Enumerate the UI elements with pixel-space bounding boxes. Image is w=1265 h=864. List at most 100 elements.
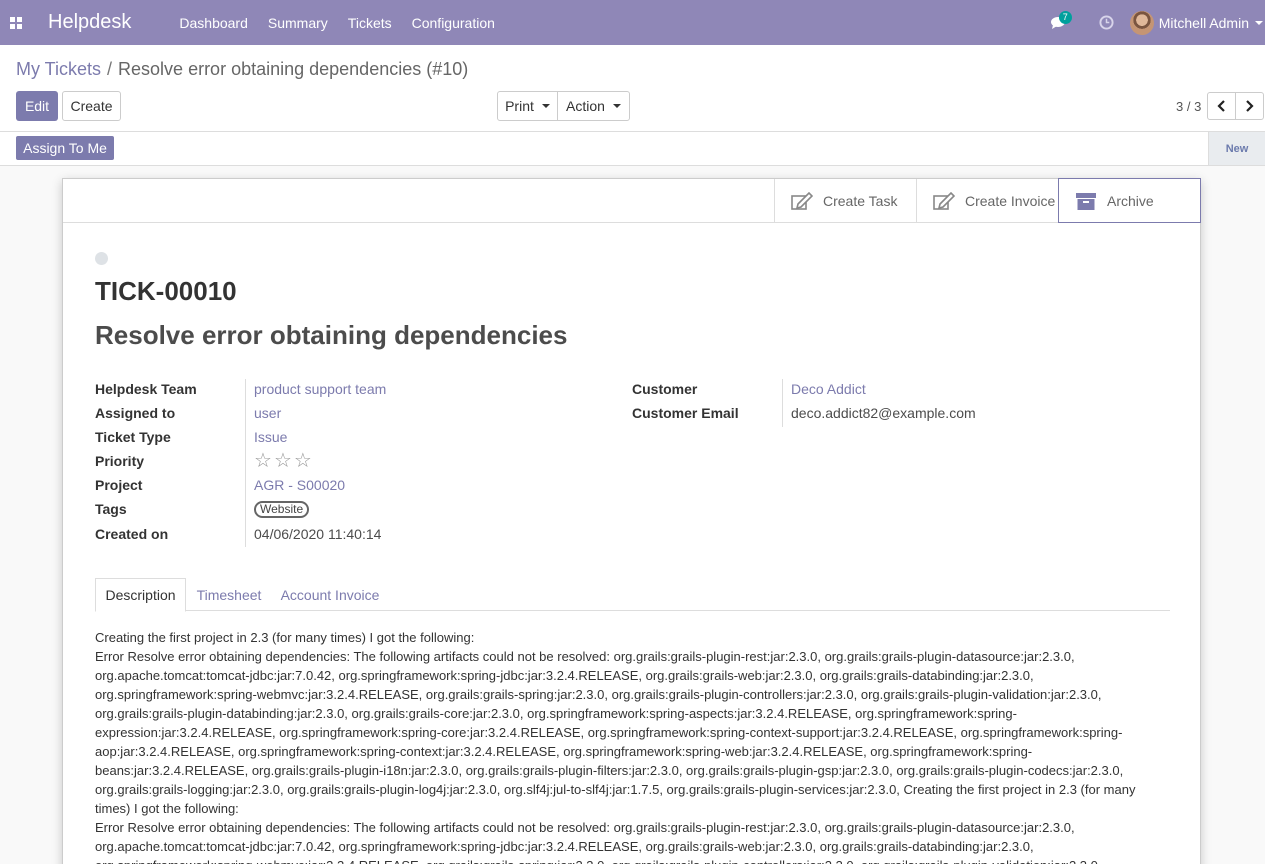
create-button-label: Create [70, 98, 113, 114]
assigned-to-label: Assigned to [95, 405, 176, 421]
tab-description[interactable]: Description [95, 578, 186, 612]
edit-button-label: Edit [24, 98, 50, 114]
ticket-reference: TICK-00010 [95, 276, 237, 306]
description-line: Creating the first project in 2.3 (for m… [95, 630, 475, 645]
chevron-left-icon [1217, 100, 1225, 112]
description-line: org.springframework:spring-webmvc:jar:3.… [95, 856, 1145, 864]
field-divider [245, 379, 246, 547]
tab-account-invoice[interactable]: Account Invoice [272, 578, 388, 611]
created-on-value: 04/06/2020 11:40:14 [254, 526, 382, 542]
ticket-type-value[interactable]: Issue [254, 429, 287, 445]
action-dropdown[interactable]: Action [557, 91, 630, 121]
helpdesk-team-value[interactable]: product support team [254, 381, 386, 397]
description-line: org.grails:grails-plugin-databinding:jar… [95, 706, 1017, 721]
description-line: org.apache.tomcat:tomcat-jdbc:jar:7.0.42… [95, 839, 1034, 854]
archive-icon [1076, 192, 1096, 210]
menu-dashboard[interactable]: Dashboard [179, 15, 248, 31]
app-name[interactable]: Helpdesk [48, 11, 131, 34]
ticket-type-label: Ticket Type [95, 429, 171, 445]
chevron-right-icon [1246, 100, 1254, 112]
breadcrumb: My Tickets / Resolve error obtaining depen… [16, 59, 468, 80]
customer-email-value[interactable]: deco.addict82@example.com [791, 405, 976, 421]
description-line: times) I got the following: [95, 801, 239, 816]
description-line: beans:jar:3.2.4.RELEASE, org.grails:grai… [95, 763, 1124, 778]
assign-to-me-label: Assign To Me [23, 140, 107, 156]
description-line: expression:jar:3.2.4.RELEASE, org.spring… [95, 725, 1123, 740]
chevron-down-icon [541, 104, 550, 108]
breadcrumb-parent[interactable]: My Tickets [16, 59, 101, 79]
created-on-label: Created on [95, 526, 169, 542]
pager-value[interactable]: 3 / 3 [1176, 99, 1201, 114]
field-divider [782, 379, 783, 427]
create-invoice-button[interactable]: Create Invoice [916, 179, 1059, 223]
assign-to-me-button[interactable]: Assign To Me [16, 136, 114, 160]
top-navbar: Helpdesk Dashboard Summary Tickets Confi… [0, 0, 1265, 45]
customer-email-label: Customer Email [632, 405, 739, 421]
right-field-labels: Customer Customer Email [632, 377, 782, 425]
breadcrumb-current: Resolve error obtaining dependencies (#1… [118, 59, 469, 79]
form-sheet: Create Task Create Invoice Archive TICK-… [62, 178, 1201, 864]
right-field-values: Deco Addict deco.addict82@example.com [791, 377, 1091, 425]
create-button[interactable]: Create [62, 91, 121, 121]
notebook-tabs: Description Timesheet Account Invoice [95, 578, 1170, 612]
archive-label: Archive [1107, 192, 1154, 209]
pager-next-button[interactable] [1235, 92, 1264, 120]
chat-count-badge: 7 [1058, 11, 1072, 24]
tab-account-invoice-label: Account Invoice [280, 586, 380, 603]
tag-badge[interactable]: Website [254, 500, 310, 518]
stage-new-label: New [1225, 142, 1249, 155]
helpdesk-team-label: Helpdesk Team [95, 381, 197, 397]
star-icon[interactable]: ☆ [274, 451, 292, 471]
breadcrumb-separator: / [107, 59, 113, 79]
project-value[interactable]: AGR - S00020 [254, 477, 345, 493]
create-task-label: Create Task [823, 193, 898, 209]
description-line: aop:jar:3.2.4.RELEASE, org.springframewo… [95, 744, 1033, 759]
tab-description-label: Description [105, 587, 176, 603]
smart-button-box: Create Task Create Invoice Archive [63, 178, 1201, 223]
star-icon[interactable]: ☆ [254, 451, 272, 471]
tags-label: Tags [95, 501, 127, 517]
create-task-button[interactable]: Create Task [774, 179, 917, 223]
messaging-menu[interactable]: 7 [1044, 0, 1074, 45]
menu-configuration[interactable]: Configuration [412, 15, 495, 31]
avatar[interactable] [1129, 10, 1154, 35]
star-icon[interactable]: ☆ [294, 451, 312, 471]
customer-value[interactable]: Deco Addict [791, 381, 866, 397]
activity-menu[interactable] [1092, 15, 1122, 30]
chevron-down-icon [612, 104, 621, 108]
kanban-state-indicator[interactable] [95, 252, 108, 265]
description-text[interactable]: Creating the first project in 2.3 (for m… [95, 628, 1145, 864]
priority-label: Priority [95, 453, 145, 469]
description-line: org.springframework:spring-webmvc:jar:3.… [95, 687, 1102, 702]
assigned-to-value[interactable]: user [254, 405, 281, 421]
edit-button[interactable]: Edit [16, 91, 58, 121]
left-field-values: product support team user Issue ☆ ☆ ☆ AGR … [254, 377, 554, 547]
description-line: org.apache.tomcat:tomcat-jdbc:jar:7.0.42… [95, 668, 1034, 683]
ticket-title: Resolve error obtaining dependencies [95, 320, 568, 350]
stage-new[interactable]: New [1208, 132, 1265, 165]
user-name[interactable]: Mitchell Admin [1159, 15, 1249, 31]
form-statusbar: Assign To Me New [0, 132, 1265, 166]
chevron-down-icon[interactable] [1255, 20, 1263, 25]
print-label: Print [505, 98, 534, 114]
archive-button[interactable]: Archive [1058, 178, 1201, 223]
apps-menu-icon[interactable] [0, 0, 32, 45]
control-panel: My Tickets / Resolve error obtaining depen… [0, 45, 1265, 132]
edit-icon [791, 192, 813, 210]
description-line: Error Resolve error obtaining dependenci… [95, 820, 1075, 835]
description-line: Error Resolve error obtaining dependenci… [95, 649, 1075, 664]
clock-icon [1099, 15, 1114, 30]
priority-stars: ☆ ☆ ☆ [254, 449, 554, 473]
tab-timesheet-label: Timesheet [196, 586, 262, 603]
description-line: org.grails:grails-logging:jar:2.3.0, org… [95, 782, 1136, 797]
print-dropdown[interactable]: Print [497, 91, 558, 121]
project-label: Project [95, 477, 143, 493]
edit-icon [933, 192, 955, 210]
left-field-labels: Helpdesk Team Assigned to Ticket Type Pr… [95, 377, 245, 547]
menu-tickets[interactable]: Tickets [348, 15, 392, 31]
pager-previous-button[interactable] [1207, 92, 1236, 120]
tab-timesheet[interactable]: Timesheet [186, 578, 272, 611]
customer-label: Customer [632, 381, 698, 397]
menu-summary[interactable]: Summary [268, 15, 328, 31]
action-label: Action [566, 98, 605, 114]
